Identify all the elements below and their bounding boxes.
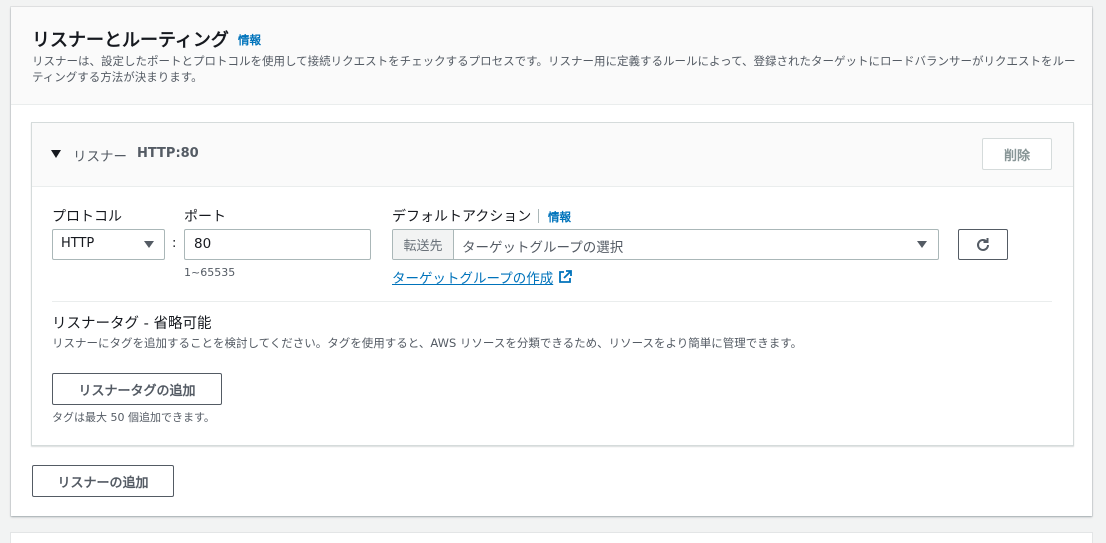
listener-label: リスナー <box>73 149 127 165</box>
add-listener-button[interactable]: リスナーの追加 <box>32 465 174 497</box>
default-action-info-link[interactable]: 情報 <box>548 209 571 225</box>
next-panel-edge <box>11 533 1092 543</box>
chevron-down-icon <box>144 241 154 248</box>
caret-down-icon[interactable] <box>51 150 61 158</box>
info-link[interactable]: 情報 <box>238 32 261 48</box>
listener-tags-description: リスナーにタグを追加することを検討してください。タグを使用すると、AWS リソー… <box>52 336 803 350</box>
section-divider <box>52 301 1052 302</box>
protocol-value: HTTP <box>61 236 95 251</box>
page-title: リスナーとルーティング <box>32 30 229 51</box>
port-value: 80 <box>194 236 212 252</box>
listener-protocol-port: HTTP:80 <box>137 146 199 161</box>
panel-header: リスナーとルーティング 情報 リスナーは、設定したポートとプロトコルを使用して接… <box>11 7 1092 105</box>
listener-tags-title: リスナータグ - 省略可能 <box>52 316 212 332</box>
label-separator <box>538 209 539 223</box>
create-target-group-link[interactable]: ターゲットグループの作成 <box>392 267 573 287</box>
target-group-select[interactable]: 転送先 ターゲットグループの選択 <box>392 229 939 260</box>
listener-container: リスナー HTTP:80 削除 プロトコル HTTP : ポート 80 1~65… <box>31 122 1074 446</box>
port-label: ポート <box>184 209 226 225</box>
add-listener-tag-button[interactable]: リスナータグの追加 <box>52 373 222 405</box>
tags-limit-hint: タグは最大 50 個追加できます。 <box>52 411 215 424</box>
port-range-hint: 1~65535 <box>184 266 236 279</box>
chevron-down-icon <box>917 241 927 248</box>
panel-description: リスナーは、設定したポートとプロトコルを使用して接続リクエストをチェックするプロ… <box>32 54 1076 84</box>
default-action-label: デフォルトアクション <box>392 209 532 225</box>
protocol-label: プロトコル <box>52 209 122 225</box>
target-group-placeholder: ターゲットグループの選択 <box>462 240 624 256</box>
listener-header[interactable]: リスナー HTTP:80 削除 <box>32 123 1073 187</box>
refresh-button[interactable] <box>958 229 1008 260</box>
protocol-select[interactable]: HTTP <box>52 229 165 260</box>
colon-separator: : <box>172 236 177 251</box>
forward-prefix: 転送先 <box>393 230 454 259</box>
refresh-icon <box>977 237 989 251</box>
external-link-icon <box>559 270 573 283</box>
delete-button[interactable]: 削除 <box>982 138 1052 170</box>
create-target-group-label: ターゲットグループの作成 <box>392 271 554 287</box>
port-input[interactable]: 80 <box>184 229 371 260</box>
listeners-routing-panel: リスナーとルーティング 情報 リスナーは、設定したポートとプロトコルを使用して接… <box>11 7 1092 516</box>
